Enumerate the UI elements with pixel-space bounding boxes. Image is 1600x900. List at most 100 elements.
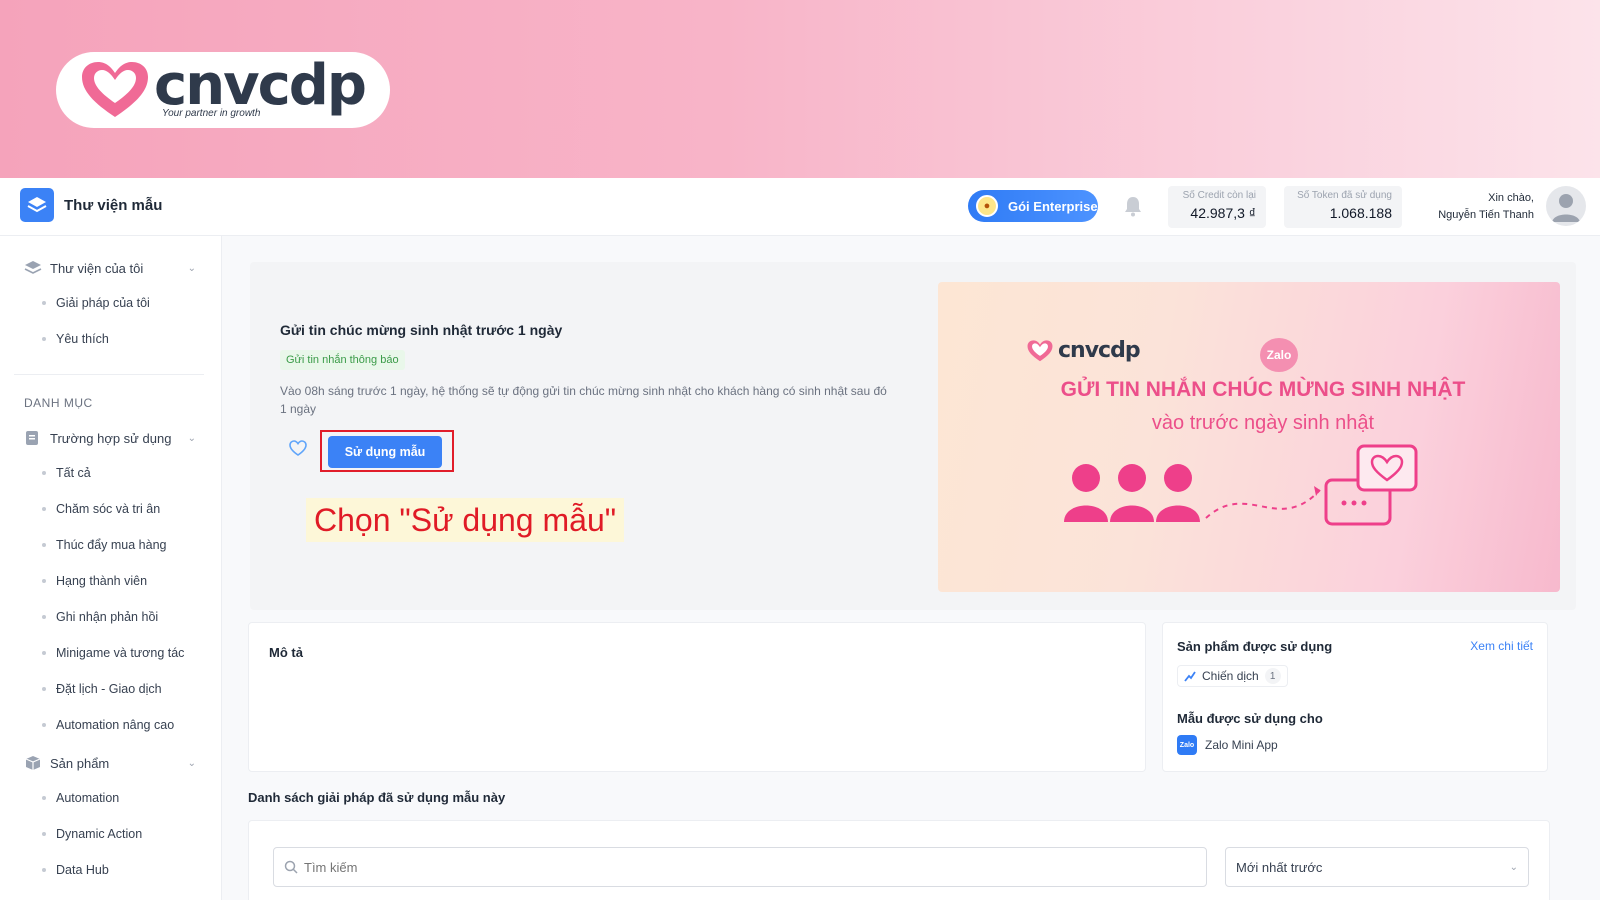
chevron-down-icon: ⌄ [1509,861,1518,873]
sidebar-item-boost-sales[interactable]: Thúc đẩy mua hàng [42,538,167,552]
credit-label: Số Credit còn lại [1182,190,1256,201]
zalo-app-icon: Zalo [1177,735,1197,755]
sidebar-item-minigame[interactable]: Minigame và tương tác [42,646,184,660]
sidebar-item-data-hub[interactable]: Data Hub [42,863,109,877]
chevron-down-icon: ⌄ [187,262,196,274]
use-template-button[interactable]: Sử dụng mẫu [328,436,442,468]
sidebar-item-my-solutions[interactable]: Giải pháp của tôi [42,296,150,310]
credit-stat: Số Credit còn lại 42.987,3 ₫ [1168,186,1266,228]
sidebar-item-label: Automation nâng cao [56,718,175,732]
heart-logo-icon [1027,339,1053,361]
layers-icon [24,261,42,274]
search-input[interactable] [304,859,1184,875]
sidebar-item-label: Ghi nhận phản hồi [56,610,159,624]
avatar-icon [1552,194,1580,222]
sidebar-group-use-cases[interactable]: Trường hợp sử dụng ⌄ [24,430,196,446]
document-icon [26,431,38,445]
campaign-chip[interactable]: Chiến dịch 1 [1177,665,1288,687]
bell-icon[interactable] [1124,195,1142,217]
brand-logo: cnvcdp Your partner in growth [56,52,390,128]
solutions-list-card: Mới nhất trước ⌄ [248,820,1550,900]
description-card: Mô tả [248,622,1146,772]
token-stat: Số Token đã sử dụng 1.068.188 [1284,186,1402,228]
template-description: Vào 08h sáng trước 1 ngày, hệ thống sẽ t… [280,384,887,416]
sidebar-item-favorites[interactable]: Yêu thích [42,332,109,346]
sidebar-item-label: Data Hub [56,863,109,877]
sidebar-item-label: Dynamic Action [56,827,143,841]
campaign-icon [1184,671,1196,682]
sidebar-item-label: Minigame và tương tác [56,646,185,660]
sidebar: Thư viện của tôi ⌄ Giải pháp của tôi Yêu… [0,236,222,900]
user-avatar[interactable] [1546,186,1586,226]
sidebar-group-label: Sản phẩm [50,755,110,771]
coin-icon: ● [976,195,998,217]
sidebar-item-automation[interactable]: Automation [42,791,119,805]
zalo-badge: Zalo [1260,338,1298,372]
sidebar-item-care[interactable]: Chăm sóc và tri ân [42,502,160,516]
sidebar-item-feedback[interactable]: Ghi nhận phản hồi [42,610,158,624]
user-greeting: Xin chào, Nguyễn Tiến Thanh [1410,190,1534,224]
sidebar-item-advanced-automation[interactable]: Automation nâng cao [42,718,174,732]
products-used-title: Sản phẩm được sử dụng [1177,639,1333,654]
campaign-count-badge: 1 [1264,668,1281,684]
view-detail-link[interactable]: Xem chi tiết [1470,639,1533,653]
zalo-mini-app-item: Zalo Zalo Mini App [1177,735,1278,755]
products-card: Sản phẩm được sử dụng Xem chi tiết Chiến… [1162,622,1548,772]
plan-label: Gói Enterprise [1008,198,1098,214]
main-content: Gửi tin chúc mừng sinh nhật trước 1 ngày… [222,236,1600,900]
sidebar-item-label: Thúc đẩy mua hàng [56,538,167,552]
brand-banner: cnvcdp Your partner in growth [0,0,1600,178]
credit-value: 42.987,3 ₫ [1190,205,1256,221]
description-label: Mô tả [269,645,303,660]
layers-icon [20,188,54,222]
app-header: Thư viện mẫu ● Gói Enterprise Số Credit … [0,178,1600,236]
sidebar-item-label: Hạng thành viên [56,574,148,588]
sidebar-group-my-library[interactable]: Thư viện của tôi ⌄ [24,260,196,276]
promo-subline: vào trước ngày sinh nhật [1151,412,1375,434]
chevron-down-icon: ⌄ [187,432,196,444]
sidebar-group-label: Trường hợp sử dụng [50,430,172,446]
heart-icon[interactable] [288,438,308,458]
promo-logo: cnvcdp [1026,338,1141,363]
user-name: Nguyễn Tiến Thanh [1438,209,1534,221]
campaign-chip-label: Chiến dịch [1202,669,1259,683]
template-title: Gửi tin chúc mừng sinh nhật trước 1 ngày [280,322,563,338]
sidebar-item-label: Tất cả [56,466,91,480]
brand-tagline: Your partner in growth [162,108,261,119]
people-message-illustration [1064,444,1418,526]
sidebar-group-products[interactable]: Sản phẩm ⌄ [24,755,196,771]
greeting-text: Xin chào, [1488,192,1534,204]
sidebar-item-all[interactable]: Tất cả [42,466,91,480]
template-hero-card: Gửi tin chúc mừng sinh nhật trước 1 ngày… [250,262,1576,610]
sidebar-heading: DANH MỤC [24,396,93,410]
sidebar-item-booking[interactable]: Đặt lịch - Giao dịch [42,682,162,696]
sidebar-group-label: Thư viện của tôi [50,260,144,276]
sidebar-item-label: Yêu thích [56,332,109,346]
chevron-down-icon: ⌄ [187,757,196,769]
sort-value: Mới nhất trước [1236,859,1323,875]
used-for-title: Mẫu được sử dụng cho [1177,711,1323,726]
box-icon [25,756,41,770]
search-box[interactable] [273,847,1207,887]
promo-headline: GỬI TIN NHẮN CHÚC MỪNG SINH NHẬT [1060,378,1466,401]
instruction-callout: Chọn "Sử dụng mẫu" [306,498,625,542]
sidebar-item-label: Chăm sóc và tri ân [56,502,161,516]
template-tag-badge: Gửi tin nhắn thông báo [280,350,405,370]
zalo-mini-app-label: Zalo Mini App [1205,738,1278,752]
enterprise-plan-button[interactable]: ● Gói Enterprise [968,190,1098,222]
template-preview-image: cnvcdp Zalo GỬI TIN NHẮN CHÚC MỪNG SINH … [938,282,1560,592]
sidebar-item-dynamic-action[interactable]: Dynamic Action [42,827,142,841]
search-icon [284,860,298,874]
token-label: Số Token đã sử dụng [1297,190,1392,201]
promo-wordmark: cnvcdp [1058,338,1141,363]
page-title: Thư viện mẫu [64,197,163,214]
brand-wordmark: cnvcdp [154,53,367,118]
sidebar-divider [14,374,204,375]
token-value: 1.068.188 [1329,205,1392,221]
sidebar-item-label: Đặt lịch - Giao dịch [56,682,162,696]
sidebar-item-label: Giải pháp của tôi [56,296,150,310]
solutions-list-title: Danh sách giải pháp đã sử dụng mẫu này [248,790,506,805]
heart-logo-icon [82,62,148,117]
sidebar-item-membership[interactable]: Hạng thành viên [42,574,147,588]
sort-select[interactable]: Mới nhất trước ⌄ [1225,847,1529,887]
